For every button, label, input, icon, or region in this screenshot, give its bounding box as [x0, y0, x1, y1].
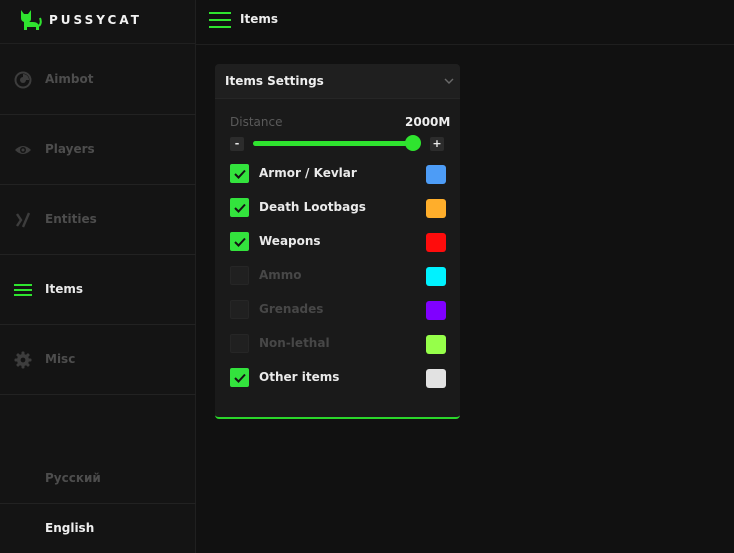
- item-checkbox[interactable]: [230, 164, 249, 183]
- color-swatch[interactable]: [426, 301, 446, 320]
- distance-decrease-button[interactable]: -: [230, 137, 244, 151]
- color-swatch[interactable]: [426, 369, 446, 388]
- panel-title: Items Settings: [225, 74, 324, 88]
- distance-label: Distance: [230, 115, 283, 129]
- checkmark-icon: [234, 203, 246, 213]
- item-checkbox[interactable]: [230, 198, 249, 217]
- sidebar-item-label: Items: [45, 282, 83, 296]
- crosshair-pie-icon: [14, 71, 32, 89]
- item-row: Other items: [230, 368, 448, 388]
- language-label: Русский: [45, 471, 101, 485]
- language-russian[interactable]: Русский: [0, 454, 196, 504]
- color-swatch[interactable]: [426, 199, 446, 218]
- sidebar-item-label: Misc: [45, 352, 76, 366]
- item-label[interactable]: Weapons: [259, 234, 321, 248]
- item-checkbox[interactable]: [230, 266, 249, 285]
- item-row: Ammo: [230, 266, 448, 286]
- language-english[interactable]: English: [0, 503, 196, 553]
- item-label[interactable]: Death Lootbags: [259, 200, 366, 214]
- chevron-down-icon[interactable]: [444, 77, 454, 85]
- sidebar-item-players[interactable]: Players: [0, 115, 196, 185]
- logo: PUSSYCAT: [0, 0, 196, 44]
- item-row: Weapons: [230, 232, 448, 252]
- item-label[interactable]: Non-lethal: [259, 336, 330, 350]
- brand-name: PUSSYCAT: [49, 13, 142, 27]
- page-title: Items: [240, 12, 278, 26]
- sidebar: PUSSYCAT Aimbot Players Entities Items M…: [0, 0, 196, 553]
- hamburger-icon: [14, 284, 32, 296]
- checkmark-icon: [234, 237, 246, 247]
- items-settings-panel: Items Settings Distance 2000M - + Armor …: [215, 64, 460, 419]
- menu-icon[interactable]: [209, 12, 231, 28]
- item-checkbox[interactable]: [230, 334, 249, 353]
- gear-icon: [14, 351, 32, 369]
- distance-slider-fill: [253, 141, 413, 146]
- entities-icon: [16, 212, 31, 228]
- color-swatch[interactable]: [426, 165, 446, 184]
- color-swatch[interactable]: [426, 233, 446, 252]
- item-checkbox[interactable]: [230, 232, 249, 251]
- distance-increase-button[interactable]: +: [430, 137, 444, 151]
- eye-icon: [15, 146, 31, 154]
- panel-header[interactable]: Items Settings: [215, 64, 460, 99]
- item-label[interactable]: Armor / Kevlar: [259, 166, 357, 180]
- header-bar: Items: [196, 0, 734, 45]
- item-row: Death Lootbags: [230, 198, 448, 218]
- language-label: English: [45, 521, 95, 535]
- item-label[interactable]: Ammo: [259, 268, 302, 282]
- sidebar-item-aimbot[interactable]: Aimbot: [0, 45, 196, 115]
- item-checkbox[interactable]: [230, 300, 249, 319]
- item-row: Armor / Kevlar: [230, 164, 448, 184]
- item-row: Non-lethal: [230, 334, 448, 354]
- sidebar-item-misc[interactable]: Misc: [0, 325, 196, 395]
- color-swatch[interactable]: [426, 335, 446, 354]
- cat-logo-icon: [21, 10, 42, 30]
- sidebar-item-label: Entities: [45, 212, 97, 226]
- distance-slider[interactable]: [253, 135, 421, 151]
- checkmark-icon: [234, 169, 246, 179]
- sidebar-item-label: Aimbot: [45, 72, 94, 86]
- distance-slider-thumb[interactable]: [405, 135, 421, 151]
- sidebar-item-entities[interactable]: Entities: [0, 185, 196, 255]
- color-swatch[interactable]: [426, 267, 446, 286]
- checkmark-icon: [234, 373, 246, 383]
- sidebar-item-label: Players: [45, 142, 95, 156]
- sidebar-item-items[interactable]: Items: [0, 255, 196, 325]
- item-checkbox[interactable]: [230, 368, 249, 387]
- item-label[interactable]: Grenades: [259, 302, 323, 316]
- item-label[interactable]: Other items: [259, 370, 339, 384]
- distance-value: 2000M: [405, 115, 451, 129]
- item-row: Grenades: [230, 300, 448, 320]
